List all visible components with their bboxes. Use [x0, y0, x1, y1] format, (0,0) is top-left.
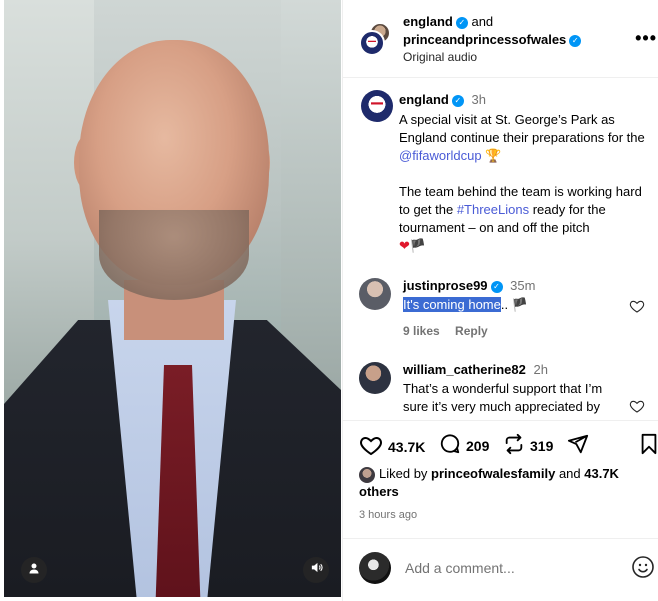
comment-button[interactable]: 209 [439, 433, 489, 458]
comment-avatar[interactable] [359, 362, 391, 394]
repost-icon [503, 433, 530, 458]
add-comment-bar: Add a comment... [343, 538, 658, 598]
emoji-icon [631, 556, 655, 583]
like-button[interactable]: 43.7K [359, 433, 425, 460]
comment-like-button[interactable] [629, 398, 645, 414]
comment-username[interactable]: william_catherine82 [403, 362, 526, 377]
liked-by-middle: and [555, 466, 585, 481]
comment-reply-button[interactable]: Reply [455, 324, 488, 338]
user-icon [28, 561, 40, 579]
comment-text-selected: It's coming home [403, 297, 501, 312]
liked-by-summary: Liked by princeofwalesfamily and 43.7K o… [359, 465, 649, 501]
author-line: england ✓ and [403, 14, 493, 29]
verified-badge-icon: ✓ [455, 16, 468, 29]
save-button[interactable] [639, 433, 658, 458]
caption-line-1: A special visit at St. George’s Park as … [399, 112, 645, 145]
comment-item: william_catherine82 2h That’s a wonderfu… [343, 358, 658, 414]
post-timestamp[interactable]: 3 hours ago [359, 509, 417, 521]
coauthor-line: princeandprincessofwales ✓ [403, 32, 582, 47]
caption-author-avatar[interactable] [361, 90, 393, 122]
post-media[interactable] [4, 0, 341, 597]
media-beard-shape [99, 210, 249, 300]
heart-icon [359, 433, 388, 460]
comment-timestamp[interactable]: 2h [533, 362, 547, 377]
comment-text: That’s a wonderful support that I’m sure… [403, 381, 603, 414]
comment-text-rest: .. 🏴 [500, 297, 528, 312]
add-comment-input[interactable]: Add a comment... [405, 560, 515, 576]
emoji-picker-button[interactable] [631, 555, 655, 584]
caption-username[interactable]: england [399, 92, 449, 107]
trophy-emoji: 🏆 [485, 148, 502, 163]
volume-icon [310, 561, 323, 579]
bookmark-icon [639, 433, 658, 458]
liked-by-username[interactable]: princeofwalesfamily [431, 466, 555, 481]
caption-text: A special visit at St. George’s Park as … [399, 111, 649, 255]
current-user-avatar[interactable] [359, 552, 391, 584]
comment-like-button[interactable] [629, 298, 645, 319]
comment-meta: 9 likes Reply [403, 324, 500, 338]
share-button[interactable] [567, 433, 594, 458]
caption-timestamp[interactable]: 3h [471, 92, 485, 107]
coauthor-joiner: and [471, 14, 494, 29]
comment-bubble-icon [439, 433, 466, 458]
repost-button[interactable]: 319 [503, 433, 553, 458]
liked-by-count[interactable]: 43.7K [584, 466, 619, 481]
reposts-count[interactable]: 319 [530, 438, 553, 454]
more-options-button[interactable]: ••• [635, 28, 657, 49]
comment-avatar[interactable] [359, 278, 391, 310]
verified-badge-icon: ✓ [569, 34, 582, 47]
comments-count[interactable]: 209 [466, 438, 489, 454]
comment-likes-count[interactable]: 9 likes [403, 324, 440, 338]
flag-emoji: 🏴 [409, 238, 427, 253]
likes-count[interactable]: 43.7K [388, 439, 425, 455]
comment-username[interactable]: justinprose99 [403, 278, 488, 293]
mention-link[interactable]: @fifaworldcup [399, 148, 482, 163]
caption-author-line: england ✓ 3h [399, 92, 486, 107]
heart-icon [629, 300, 645, 318]
coauthor-username[interactable]: princeandprincessofwales [403, 32, 566, 47]
verified-badge-icon: ✓ [451, 94, 464, 107]
heart-icon [629, 400, 645, 414]
post-details-panel: england ✓ and princeandprincessofwales ✓ O… [342, 0, 658, 601]
author-avatar[interactable] [359, 30, 385, 56]
tagged-users-button[interactable] [21, 557, 47, 583]
comment-author-line: justinprose99 ✓ 35m [403, 278, 535, 293]
mute-button[interactable] [303, 557, 329, 583]
paper-plane-icon [567, 433, 594, 458]
author-username[interactable]: england [403, 14, 453, 29]
liked-by-prefix: Liked by [379, 466, 432, 481]
audio-label[interactable]: Original audio [403, 50, 477, 64]
post-actions-bar: 43.7K 209 319 [343, 420, 658, 460]
comment-author-line: william_catherine82 2h [403, 362, 548, 377]
heart-emoji: ❤ [399, 238, 410, 253]
liked-by-others[interactable]: others [359, 484, 399, 499]
hashtag-link[interactable]: #ThreeLions [457, 202, 529, 217]
liked-by-avatar[interactable] [359, 466, 375, 483]
comment-timestamp[interactable]: 35m [510, 278, 535, 293]
comment-text: It's coming home.. 🏴 [403, 296, 623, 314]
verified-badge-icon: ✓ [490, 280, 503, 293]
post-header: england ✓ and princeandprincessofwales ✓ O… [343, 0, 658, 78]
